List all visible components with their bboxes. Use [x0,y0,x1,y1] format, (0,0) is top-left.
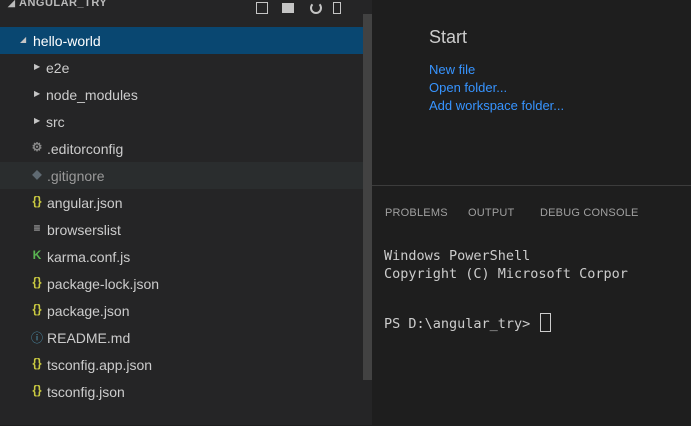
list-icon: ≡ [33,221,41,235]
sidebar-scrollbar-thumb[interactable] [363,14,372,380]
tree-item-label: src [46,114,65,130]
chevron-right-icon[interactable]: ▶ [34,62,40,71]
tree-item-label: angular.json [47,195,123,211]
tree-item-label: node_modules [46,87,138,103]
tree-folder-root[interactable]: ◢ hello-world [0,27,363,54]
gear-icon: ⚙ [31,140,43,154]
open-folder-link[interactable]: Open folder... [429,80,507,95]
new-file-icon[interactable] [256,2,268,14]
tree-file-readme[interactable]: ⓘ README.md [0,324,363,351]
json-icon: {} [32,383,42,397]
tree-item-label: README.md [47,330,131,346]
collapse-all-icon[interactable] [333,2,341,14]
add-workspace-folder-link[interactable]: Add workspace folder... [429,98,564,113]
tree-item-label: hello-world [33,33,101,49]
terminal-line: Copyright (C) Microsoft Corpor [384,266,628,282]
tree-file-package-lock[interactable]: {} package-lock.json [0,270,363,297]
chevron-down-icon[interactable]: ◢ [8,0,15,9]
git-icon: ◆ [32,167,42,181]
tree-file-tsconfig[interactable]: {} tsconfig.json [0,378,363,405]
start-heading: Start [429,27,468,47]
bottom-panel: PROBLEMS OUTPUT DEBUG CONSOLE Windows Po… [372,185,691,426]
chevron-right-icon[interactable]: ▶ [34,89,40,98]
tree-folder-src[interactable]: ▶ src [0,108,363,135]
explorer-header[interactable]: ◢ ANGULAR_TRY [0,0,363,14]
tab-output[interactable]: OUTPUT [468,207,514,219]
tree-file-karma-conf[interactable]: K karma.conf.js [0,243,363,270]
tree-file-tsconfig-app[interactable]: {} tsconfig.app.json [0,351,363,378]
json-icon: {} [32,275,42,289]
karma-icon: K [32,248,42,262]
terminal-prompt-line[interactable]: PS D:\angular_try> [384,313,552,332]
tab-problems[interactable]: PROBLEMS [385,207,448,219]
tree-item-label: tsconfig.json [47,384,125,400]
tree-file-angular-json[interactable]: {} angular.json [0,189,363,216]
json-icon: {} [32,194,42,208]
tree-file-browserslist[interactable]: ≡ browserslist [0,216,363,243]
info-icon: ⓘ [30,331,43,345]
chevron-down-icon[interactable]: ◢ [20,35,26,44]
tab-debug-console[interactable]: DEBUG CONSOLE [540,207,639,219]
explorer-sidebar: ◢ ANGULAR_TRY ◢ hello-world ▶ e2e ▶ node… [0,0,363,425]
tree-item-label: .gitignore [47,168,105,184]
tree-folder-e2e[interactable]: ▶ e2e [0,54,363,81]
tree-item-label: .editorconfig [47,141,124,157]
tree-item-label: karma.conf.js [47,249,131,265]
tree-item-label: package.json [47,303,130,319]
chevron-right-icon[interactable]: ▶ [34,116,40,125]
json-icon: {} [32,356,42,370]
tree-file-editorconfig[interactable]: ⚙ .editorconfig [0,135,363,162]
tree-item-label: browserslist [47,222,121,238]
tree-folder-node-modules[interactable]: ▶ node_modules [0,81,363,108]
explorer-title: ANGULAR_TRY [19,0,108,9]
tree-item-label: tsconfig.app.json [47,357,153,373]
welcome-page: Start New file Open folder... Add worksp… [372,0,691,185]
tree-file-gitignore[interactable]: ◆ .gitignore [0,162,363,189]
terminal-cursor [540,313,552,332]
terminal-line: Windows PowerShell [384,248,531,264]
refresh-icon[interactable] [310,2,322,14]
new-file-link[interactable]: New file [429,62,475,77]
tree-item-label: package-lock.json [47,276,160,292]
tree-file-package-json[interactable]: {} package.json [0,297,363,324]
json-icon: {} [32,302,42,316]
tree-item-label: e2e [46,60,70,76]
new-folder-icon[interactable] [282,3,294,13]
terminal-prompt: PS D:\angular_try> [384,316,539,332]
